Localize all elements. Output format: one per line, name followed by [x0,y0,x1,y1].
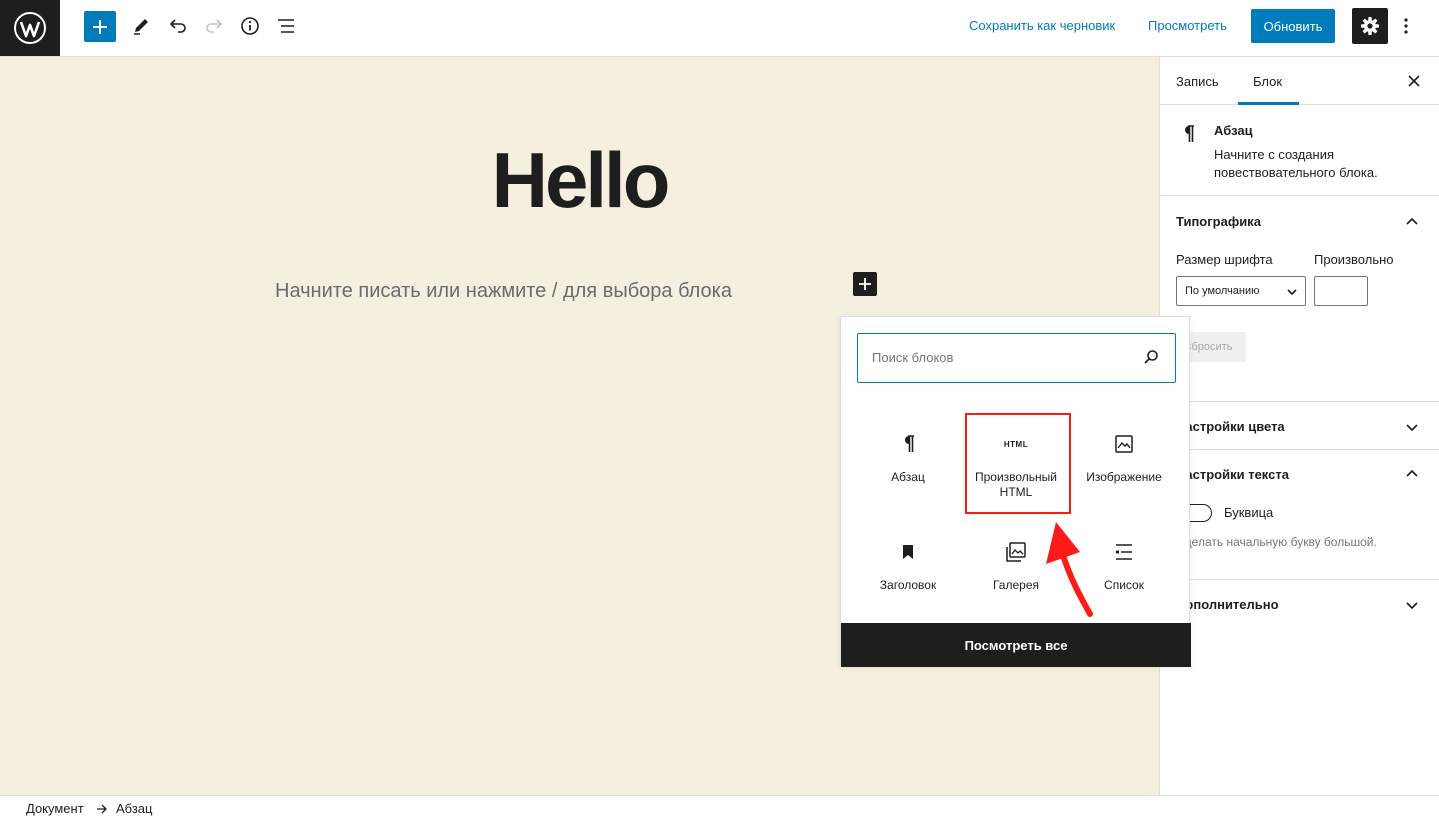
settings-sidebar: Запись Блок Абзац Начните с создания пов… [1159,57,1439,795]
chevron-down-icon [1287,289,1297,296]
undo-button[interactable] [162,10,194,42]
advanced-panel-title[interactable]: Дополнительно [1176,597,1279,612]
image-icon [1115,435,1133,453]
redo-icon [206,19,223,33]
gallery-icon [1006,542,1026,562]
wordpress-icon [14,12,46,44]
info-icon [241,17,259,35]
paragraph-icon [1185,125,1194,142]
gear-icon [1361,17,1379,35]
wordpress-logo[interactable] [0,0,60,56]
breadcrumb-paragraph[interactable]: Абзац [116,801,152,816]
block-item-heading[interactable]: Заголовок [856,523,960,621]
redo-button[interactable] [198,10,230,42]
undo-icon [169,19,186,33]
block-search [857,333,1176,383]
font-size-label: Размер шрифта [1176,252,1273,267]
block-card-title: Абзац [1214,123,1253,138]
block-item-label: Абзац [891,470,925,484]
add-block-button[interactable] [84,11,116,42]
save-draft-link[interactable]: Сохранить как черновик [969,18,1115,33]
search-icon [1144,350,1158,364]
view-all-button[interactable]: Посмотреть все [841,623,1191,667]
block-inserter-popover: Абзац HTML Произвольный HTML Изображение… [840,316,1191,667]
list-view-button[interactable] [270,10,302,42]
divider [1160,195,1439,196]
pencil-icon [134,19,148,35]
plus-icon [93,19,107,34]
font-size-select[interactable]: По умолчанию [1176,276,1306,306]
chevron-up-icon[interactable] [1404,465,1420,481]
plus-icon [859,278,871,290]
more-options-button[interactable] [1394,10,1418,42]
drop-cap-help: Сделать начальную букву большой. [1176,535,1377,549]
highlight-box [965,413,1071,514]
sidebar-tabs: Запись Блок [1160,57,1439,105]
annotation-arrow-icon [1046,522,1093,617]
block-card-description: Начните с создания повествовательного бл… [1214,147,1378,180]
block-search-input[interactable] [872,334,1132,381]
block-breadcrumb: Документ Абзац [0,795,1439,820]
settings-button[interactable] [1352,8,1388,44]
breadcrumb-document[interactable]: Документ [26,801,84,816]
active-tab-indicator [1238,102,1299,105]
tools-button[interactable] [125,10,157,42]
details-button[interactable] [234,10,266,42]
paragraph-placeholder[interactable]: Начните писать или нажмите / для выбора … [275,280,732,303]
tab-block[interactable]: Блок [1253,74,1282,89]
chevron-up-icon[interactable] [1404,213,1420,229]
custom-size-label: Произвольно [1314,252,1394,267]
inline-add-block-button[interactable] [853,272,877,296]
block-item-image[interactable]: Изображение [1072,415,1176,513]
preview-link[interactable]: Просмотреть [1148,18,1227,33]
bookmark-icon [903,545,913,559]
editor-header: Сохранить как черновик Просмотреть Обнов… [0,0,1439,57]
arrow-right-icon [97,804,107,814]
chevron-down-icon[interactable] [1404,419,1420,435]
divider [1160,579,1439,580]
close-icon [1408,75,1420,87]
typography-panel-title[interactable]: Типографика [1176,214,1261,229]
text-settings-panel-title[interactable]: Настройки текста [1176,467,1289,482]
color-settings-panel-title[interactable]: Настройки цвета [1176,419,1285,434]
chevron-down-icon[interactable] [1404,597,1420,613]
block-item-paragraph[interactable]: Абзац [856,415,960,513]
drop-cap-label: Буквица [1224,505,1274,520]
divider [1160,449,1439,450]
divider [1160,401,1439,402]
update-button[interactable]: Обновить [1251,9,1335,43]
tab-post[interactable]: Запись [1176,74,1219,89]
post-title[interactable]: Hello [0,135,1159,226]
font-size-value: По умолчанию [1185,285,1260,297]
block-item-label: Изображение [1086,470,1162,484]
block-item-label: Заголовок [879,578,937,592]
custom-font-size-input[interactable] [1314,276,1368,306]
close-sidebar-button[interactable] [1404,71,1424,91]
list-icon [1116,544,1132,560]
paragraph-icon [905,435,914,452]
more-vertical-icon [1404,18,1408,34]
list-view-icon [278,19,294,33]
